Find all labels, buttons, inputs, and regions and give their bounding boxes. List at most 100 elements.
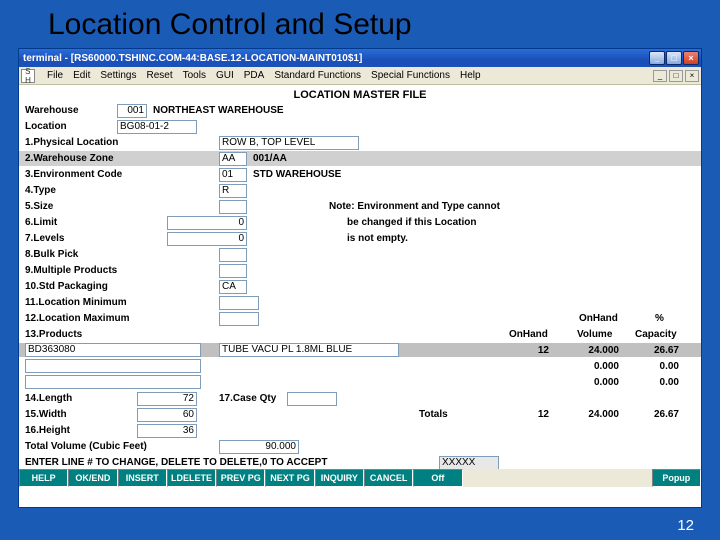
length-field[interactable]: 72	[137, 392, 197, 406]
lbl-width: 15.Width	[25, 409, 67, 420]
menu-edit[interactable]: Edit	[73, 70, 90, 81]
lbl-type: 4.Type	[25, 185, 56, 196]
window-controls: _ □ ×	[649, 51, 699, 65]
titlebar: terminal - [RS60000.TSHINC.COM-44:BASE.1…	[19, 49, 701, 67]
case-qty-field[interactable]	[287, 392, 337, 406]
totals-capacity: 26.67	[639, 409, 679, 420]
col-capacity: Capacity	[635, 329, 677, 340]
btn-nextpg[interactable]: NEXT PG	[265, 469, 314, 487]
function-bar: HELP OK/END INSERT LDELETE PREV PG NEXT …	[19, 469, 701, 487]
slide-number: 12	[677, 517, 694, 534]
type-field[interactable]: R	[219, 184, 247, 198]
app-window: terminal - [RS60000.TSHINC.COM-44:BASE.1…	[18, 48, 702, 508]
location-label: Location	[25, 121, 67, 132]
col-onhand: OnHand	[509, 329, 548, 340]
maximize-button[interactable]: □	[666, 51, 682, 65]
btn-ldelete[interactable]: LDELETE	[167, 469, 216, 487]
btn-off[interactable]: Off	[413, 469, 462, 487]
menu-settings[interactable]: Settings	[100, 70, 136, 81]
note-line2: be changed if this Location	[347, 217, 476, 228]
prompt-input[interactable]: XXXXX	[439, 456, 499, 470]
btn-help[interactable]: HELP	[19, 469, 68, 487]
form-area: LOCATION MASTER FILE Warehouse 001 NORTH…	[19, 85, 701, 487]
btn-cancel[interactable]: CANCEL	[364, 469, 413, 487]
total-volume-field: 90.000	[219, 440, 299, 454]
product-capacity: 26.67	[639, 345, 679, 356]
row2-capacity: 0.00	[639, 361, 679, 372]
product-onhand: 12	[509, 345, 549, 356]
lbl-bulk-pick: 8.Bulk Pick	[25, 249, 78, 260]
total-volume-label: Total Volume (Cubic Feet)	[25, 441, 147, 452]
zone-code-field[interactable]: AA	[219, 152, 247, 166]
fnbar-spacer	[463, 469, 652, 487]
titlebar-text: terminal - [RS60000.TSHINC.COM-44:BASE.1…	[23, 53, 649, 64]
menu-file[interactable]: File	[47, 70, 63, 81]
menu-reset[interactable]: Reset	[147, 70, 173, 81]
size-field[interactable]	[219, 200, 247, 214]
note-line1: Note: Environment and Type cannot	[329, 201, 500, 212]
lbl-std-packaging: 10.Std Packaging	[25, 281, 108, 292]
slide-title: Location Control and Setup	[0, 0, 720, 48]
zone-desc: 001/AA	[253, 153, 287, 164]
menu-pda[interactable]: PDA	[244, 70, 265, 81]
lbl-case-qty: 17.Case Qty	[219, 393, 276, 404]
form-title: LOCATION MASTER FILE	[19, 85, 701, 101]
lbl-size: 5.Size	[25, 201, 53, 212]
btn-prevpg[interactable]: PREV PG	[216, 469, 265, 487]
bulk-pick-field[interactable]	[219, 248, 247, 262]
lbl-levels: 7.Levels	[25, 233, 64, 244]
product-desc-field[interactable]: TUBE VACU PL 1.8ML BLUE	[219, 343, 399, 357]
menu-help[interactable]: Help	[460, 70, 481, 81]
mdi-controls: _ □ ×	[653, 70, 699, 82]
std-packaging-field[interactable]: CA	[219, 280, 247, 294]
totals-volume: 24.000	[569, 409, 619, 420]
mdi-minimize[interactable]: _	[653, 70, 667, 82]
lbl-warehouse-zone: 2.Warehouse Zone	[25, 153, 114, 164]
lbl-physical-location: 1.Physical Location	[25, 137, 118, 148]
prompt-text: ENTER LINE # TO CHANGE, DELETE TO DELETE…	[25, 457, 327, 468]
col-pct: %	[655, 313, 664, 324]
menu-special-functions[interactable]: Special Functions	[371, 70, 450, 81]
lbl-env-code: 3.Environment Code	[25, 169, 122, 180]
lbl-multiple-products: 9.Multiple Products	[25, 265, 117, 276]
env-code-field[interactable]: 01	[219, 168, 247, 182]
btn-insert[interactable]: INSERT	[118, 469, 167, 487]
product-volume: 24.000	[569, 345, 619, 356]
menu-standard-functions[interactable]: Standard Functions	[274, 70, 361, 81]
row3-capacity: 0.00	[639, 377, 679, 388]
totals-onhand: 12	[509, 409, 549, 420]
levels-field[interactable]: 0	[167, 232, 247, 246]
menubar: SH File Edit Settings Reset Tools GUI PD…	[19, 67, 701, 85]
loc-min-field[interactable]	[219, 296, 259, 310]
product-row2-code[interactable]	[25, 359, 201, 373]
btn-okend[interactable]: OK/END	[68, 469, 117, 487]
btn-popup[interactable]: Popup	[652, 469, 701, 487]
location-field[interactable]: BG08-01-2	[117, 120, 197, 134]
menu-gui[interactable]: GUI	[216, 70, 234, 81]
lbl-limit: 6.Limit	[25, 217, 57, 228]
multiple-products-field[interactable]	[219, 264, 247, 278]
row-zone-highlight	[19, 151, 701, 166]
lbl-height: 16.Height	[25, 425, 70, 436]
totals-label: Totals	[419, 409, 448, 420]
minimize-button[interactable]: _	[649, 51, 665, 65]
product-code-field[interactable]: BD363080	[25, 343, 201, 357]
menu-tools[interactable]: Tools	[183, 70, 206, 81]
product-row3-code[interactable]	[25, 375, 201, 389]
loc-max-field[interactable]	[219, 312, 259, 326]
col-onhand2: OnHand	[579, 313, 618, 324]
mdi-close[interactable]: ×	[685, 70, 699, 82]
lbl-loc-max: 12.Location Maximum	[25, 313, 129, 324]
physical-location-field[interactable]: ROW B, TOP LEVEL	[219, 136, 359, 150]
height-field[interactable]: 36	[137, 424, 197, 438]
limit-field[interactable]: 0	[167, 216, 247, 230]
env-desc: STD WAREHOUSE	[253, 169, 341, 180]
close-button[interactable]: ×	[683, 51, 699, 65]
warehouse-code[interactable]: 001	[117, 104, 147, 118]
width-field[interactable]: 60	[137, 408, 197, 422]
note-line3: is not empty.	[347, 233, 408, 244]
btn-inquiry[interactable]: INQUIRY	[315, 469, 364, 487]
mdi-restore[interactable]: □	[669, 70, 683, 82]
row2-volume: 0.000	[569, 361, 619, 372]
lbl-products: 13.Products	[25, 329, 82, 340]
